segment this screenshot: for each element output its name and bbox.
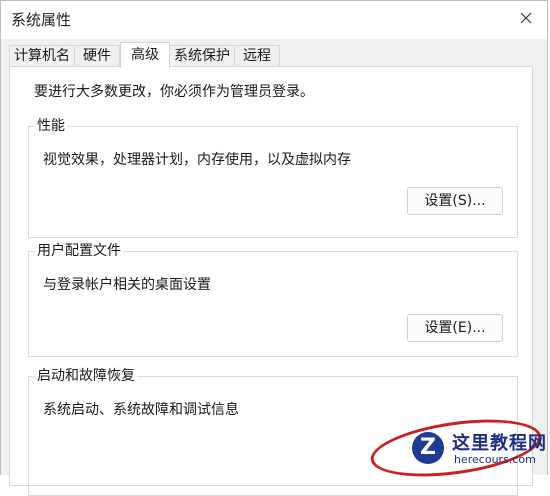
admin-note: 要进行大多数更改，你必须作为管理员登录。 [34,84,314,100]
user-profiles-settings-button[interactable]: 设置(E)... [407,314,503,342]
performance-description: 视觉效果，处理器计划，内存使用，以及虚拟内存 [43,152,351,168]
system-properties-window: 系统属性 计算机名 硬件 高级 系统保护 远程 要进行大多数更改，你必须作为管理… [0,0,548,496]
watermark-text-en: herecours.com [454,453,536,466]
tab-advanced[interactable]: 高级 [120,42,170,68]
startup-recovery-description: 系统启动、系统故障和调试信息 [43,402,239,418]
watermark-text-cn: 这里教程网 [452,433,547,454]
title-bar: 系统属性 [1,1,547,39]
tab-computer-name[interactable]: 计算机名 [9,45,75,67]
close-icon [520,12,532,24]
user-profiles-title: 用户配置文件 [35,241,123,261]
performance-group: 性能 视觉效果，处理器计划，内存使用，以及虚拟内存 设置(S)... [28,116,518,238]
tab-system-protection[interactable]: 系统保护 [169,45,235,67]
user-profiles-group: 用户配置文件 与登录帐户相关的桌面设置 设置(E)... [28,241,518,357]
performance-title: 性能 [35,116,67,136]
site-watermark: Z 这里教程网 herecours.com [367,410,550,486]
close-button[interactable] [511,5,541,31]
watermark-logo-icon: Z [412,432,444,464]
window-title: 系统属性 [11,11,72,29]
tab-remote[interactable]: 远程 [234,45,280,67]
tab-hardware[interactable]: 硬件 [74,45,120,67]
startup-recovery-title: 启动和故障恢复 [35,366,137,386]
performance-settings-button[interactable]: 设置(S)... [407,187,503,215]
user-profiles-description: 与登录帐户相关的桌面设置 [43,277,211,293]
